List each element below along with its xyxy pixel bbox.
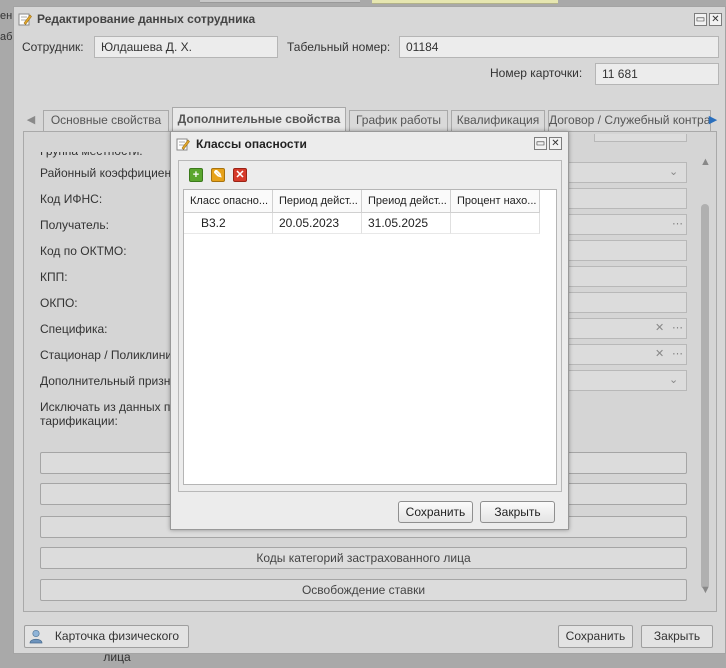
card-number-field[interactable]: 11 681	[595, 63, 719, 85]
tab-work-schedule[interactable]: График работы	[349, 110, 448, 131]
tab-strip: ◀ Основные свойства Дополнительные свойс…	[23, 107, 717, 131]
field-label-hospital: Стационар / Поликлиника:	[40, 348, 188, 362]
field-label-specifics: Специфика:	[40, 322, 108, 336]
tab-number-label: Табельный номер:	[287, 40, 391, 54]
maximize-icon: ▭	[535, 138, 546, 149]
chevron-down-icon[interactable]: ⌄	[669, 165, 678, 178]
add-button[interactable]: +	[189, 168, 203, 182]
field-label-extra-sign: Дополнительный признак:	[40, 374, 186, 388]
person-card-button[interactable]: Карточка физического лица	[24, 625, 189, 664]
column-header[interactable]: Процент нахо...	[451, 190, 540, 213]
arrow-left-icon: ◀	[26, 114, 36, 126]
ellipsis-icon[interactable]: ⋯	[672, 217, 683, 230]
field-label-okpo: ОКПО:	[40, 296, 78, 310]
delete-button[interactable]: ✕	[233, 168, 247, 182]
plus-icon: +	[192, 169, 200, 181]
background-field-2	[200, 0, 360, 3]
main-save-button[interactable]: Сохранить	[558, 625, 633, 648]
person-card-label: Карточка физического лица	[54, 629, 180, 664]
column-header[interactable]: Класс опасно...	[184, 190, 273, 213]
dialog-save-button[interactable]: Сохранить	[398, 501, 473, 523]
card-number-label: Номер карточки:	[490, 66, 583, 80]
field-label-group: Группа местности:	[40, 144, 143, 158]
dialog-maximize-button[interactable]: ▭	[534, 137, 547, 150]
column-header[interactable]: Период дейст...	[273, 190, 362, 213]
edit-button[interactable]: ✎	[211, 168, 225, 182]
field-label-recipient: Получатель:	[40, 218, 109, 232]
table-cell[interactable]: 31.05.2025	[362, 213, 451, 234]
tab-additional-properties[interactable]: Дополнительные свойства	[172, 107, 346, 131]
pencil-icon: ✎	[213, 169, 223, 181]
chevron-down-icon[interactable]: ⌄	[669, 373, 678, 386]
table-cell[interactable]	[451, 213, 540, 234]
field-label-district-coef: Районный коэффициент:	[40, 166, 180, 180]
close-window-button[interactable]: ✕	[709, 13, 722, 26]
hazard-classes-table: Класс опасно... Период дейст... Преиод д…	[183, 189, 557, 485]
table-cell[interactable]: 20.05.2023	[273, 213, 362, 234]
person-icon	[29, 629, 43, 644]
close-icon: ✕	[551, 138, 560, 149]
clear-icon[interactable]: ✕	[655, 321, 664, 334]
dialog-close-button[interactable]: ✕	[549, 137, 562, 150]
rate-release-button[interactable]: Освобождение ставки	[40, 579, 687, 601]
scroll-down-icon[interactable]: ▼	[700, 584, 711, 596]
window-title: Редактирование данных сотрудника	[37, 12, 256, 26]
arrow-right-icon: ▶	[708, 114, 718, 126]
tab-qualification[interactable]: Квалификация	[451, 110, 545, 131]
clear-icon[interactable]: ✕	[655, 347, 664, 360]
tab-contract[interactable]: Договор / Служебный контракт	[548, 110, 711, 131]
field-label-kpp: КПП:	[40, 270, 68, 284]
background-text-1: ен	[0, 10, 13, 22]
main-close-button[interactable]: Закрыть	[641, 625, 713, 648]
field-label-ifns: Код ИФНС:	[40, 192, 103, 206]
insured-category-codes-button[interactable]: Коды категорий застрахованного лица	[40, 547, 687, 569]
background-text-2: аб	[0, 31, 13, 43]
window-titlebar: Редактирование данных сотрудника ▭ ✕	[14, 7, 725, 31]
close-icon: ✕	[711, 14, 720, 25]
scroll-up-icon[interactable]: ▲	[700, 156, 711, 168]
column-header[interactable]: Преиод дейст...	[362, 190, 451, 213]
dialog-title: Классы опасности	[196, 137, 307, 151]
scrollbar-thumb[interactable]	[701, 204, 709, 589]
maximize-button[interactable]: ▭	[694, 13, 707, 26]
tab-number-field[interactable]: 01184	[399, 36, 719, 58]
ellipsis-icon[interactable]: ⋯	[672, 347, 683, 360]
tab-scroll-right[interactable]: ▶	[705, 110, 721, 131]
ellipsis-icon[interactable]: ⋯	[672, 321, 683, 334]
exclude-label: Исключать из данных по тарификации:	[40, 400, 178, 428]
field-label-oktmo: Код по ОКТМО:	[40, 244, 127, 258]
delete-icon: ✕	[235, 169, 245, 181]
panel-scrollbar[interactable]: ▲ ▼	[699, 156, 711, 596]
employee-label: Сотрудник:	[22, 40, 84, 54]
employee-field[interactable]: Юлдашева Д. Х.	[94, 36, 278, 58]
hazard-classes-dialog: Классы опасности ▭ ✕ + ✎ ✕ Класс опасно.…	[170, 131, 569, 530]
edit-form-icon	[18, 13, 32, 26]
edit-form-icon	[176, 138, 190, 151]
group-field[interactable]	[594, 134, 687, 142]
background-field	[372, 0, 558, 4]
tab-scroll-left[interactable]: ◀	[23, 110, 39, 131]
dialog-close-text-button[interactable]: Закрыть	[480, 501, 555, 523]
tab-main-properties[interactable]: Основные свойства	[43, 110, 169, 131]
maximize-icon: ▭	[695, 14, 706, 25]
table-cell[interactable]: В3.2	[184, 213, 273, 234]
